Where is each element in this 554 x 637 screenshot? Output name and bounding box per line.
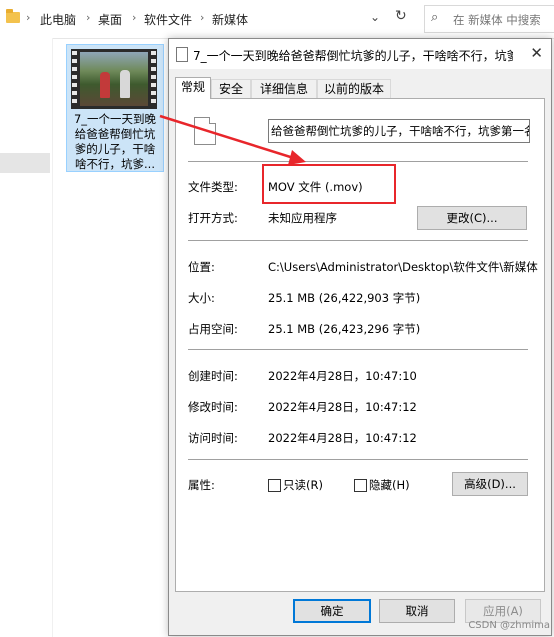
file-name-label: 7_一个一天到晚 给爸爸帮倒忙坑 爹的儿子，干啥 啥不行，坑爹... [73, 112, 157, 171]
breadcrumb-this-pc[interactable]: 此电脑 [40, 11, 76, 28]
chevron-right-icon: › [86, 11, 91, 24]
film-strip-left [72, 51, 77, 107]
accessed-value: 2022年4月28日，10:47:12 [268, 431, 417, 445]
search-placeholder: 在 新媒体 中搜索 [453, 13, 541, 27]
readonly-checkbox[interactable] [268, 479, 281, 492]
search-icon: ⌕ [431, 10, 439, 25]
breadcrumb-software-files[interactable]: 软件文件 [144, 11, 192, 28]
thumbnail-person [100, 72, 110, 98]
chevron-right-icon: › [132, 11, 137, 24]
file-icon [194, 117, 216, 145]
attributes-label: 属性: [188, 478, 215, 492]
refresh-icon[interactable]: ↻ [395, 8, 407, 24]
created-value: 2022年4月28日，10:47:10 [268, 369, 417, 383]
dialog-titlebar[interactable]: 7_一个一天到晚给爸爸帮倒忙坑爹的儿子，干啥啥不行，坑爹第一... ✕ [169, 39, 551, 69]
document-icon [176, 47, 188, 62]
open-with-value: 未知应用程序 [268, 211, 337, 225]
tab-general[interactable]: 常规 [175, 77, 211, 99]
divider [188, 349, 528, 350]
file-type-label: 文件类型: [188, 180, 238, 194]
chevron-right-icon: › [26, 11, 31, 24]
folder-icon [6, 9, 20, 23]
nav-selected-item[interactable] [0, 153, 50, 173]
size-on-disk-value: 25.1 MB (26,423,296 字节) [268, 322, 421, 336]
filename-field[interactable]: 给爸爸帮倒忙坑爹的儿子，干啥啥不行，坑爹第一名 [268, 119, 530, 143]
chevron-down-icon[interactable]: ⌄ [370, 10, 380, 24]
breadcrumb-new-media[interactable]: 新媒体 [212, 11, 248, 28]
change-button[interactable]: 更改(C)... [417, 206, 527, 230]
divider [188, 240, 528, 241]
hidden-checkbox[interactable] [354, 479, 367, 492]
size-label: 大小: [188, 291, 215, 305]
tab-details[interactable]: 详细信息 [251, 79, 317, 98]
thumbnail-frame [80, 52, 148, 106]
address-bar: › 此电脑 › 桌面 › 软件文件 › 新媒体 ⌄ ↻ ⌕ 在 新媒体 中搜索 [0, 0, 554, 39]
ok-button[interactable]: 确定 [293, 599, 371, 623]
size-on-disk-label: 占用空间: [188, 322, 238, 336]
created-label: 创建时间: [188, 369, 238, 383]
tab-security[interactable]: 安全 [211, 79, 251, 98]
location-label: 位置: [188, 260, 215, 274]
readonly-label[interactable]: 只读(R) [283, 477, 323, 493]
navigation-pane [0, 38, 53, 637]
location-value: C:\Users\Administrator\Desktop\软件文件\新媒体 [268, 260, 538, 274]
open-with-label: 打开方式: [188, 211, 238, 225]
watermark: CSDN @zhmima [468, 620, 550, 631]
film-strip-right [151, 51, 156, 107]
modified-label: 修改时间: [188, 400, 238, 414]
accessed-label: 访问时间: [188, 431, 238, 445]
tab-previous-versions[interactable]: 以前的版本 [317, 79, 391, 98]
divider [188, 459, 528, 460]
video-thumbnail [71, 49, 157, 109]
cancel-button[interactable]: 取消 [379, 599, 455, 623]
breadcrumb-desktop[interactable]: 桌面 [98, 11, 122, 28]
file-item[interactable]: 7_一个一天到晚 给爸爸帮倒忙坑 爹的儿子，干啥 啥不行，坑爹... [66, 44, 164, 172]
properties-dialog: 7_一个一天到晚给爸爸帮倒忙坑爹的儿子，干啥啥不行，坑爹第一... ✕ 常规 安… [168, 38, 552, 636]
thumbnail-person [120, 70, 130, 98]
dialog-title: 7_一个一天到晚给爸爸帮倒忙坑爹的儿子，干啥啥不行，坑爹第一... [193, 49, 513, 63]
chevron-right-icon: › [200, 11, 205, 24]
hidden-label[interactable]: 隐藏(H) [369, 477, 410, 493]
annotation-highlight-box [262, 164, 396, 204]
search-input[interactable]: ⌕ 在 新媒体 中搜索 [424, 5, 554, 33]
size-value: 25.1 MB (26,422,903 字节) [268, 291, 421, 305]
modified-value: 2022年4月28日，10:47:12 [268, 400, 417, 414]
close-icon[interactable]: ✕ [530, 44, 543, 62]
advanced-button[interactable]: 高级(D)... [452, 472, 528, 496]
divider [188, 161, 528, 162]
